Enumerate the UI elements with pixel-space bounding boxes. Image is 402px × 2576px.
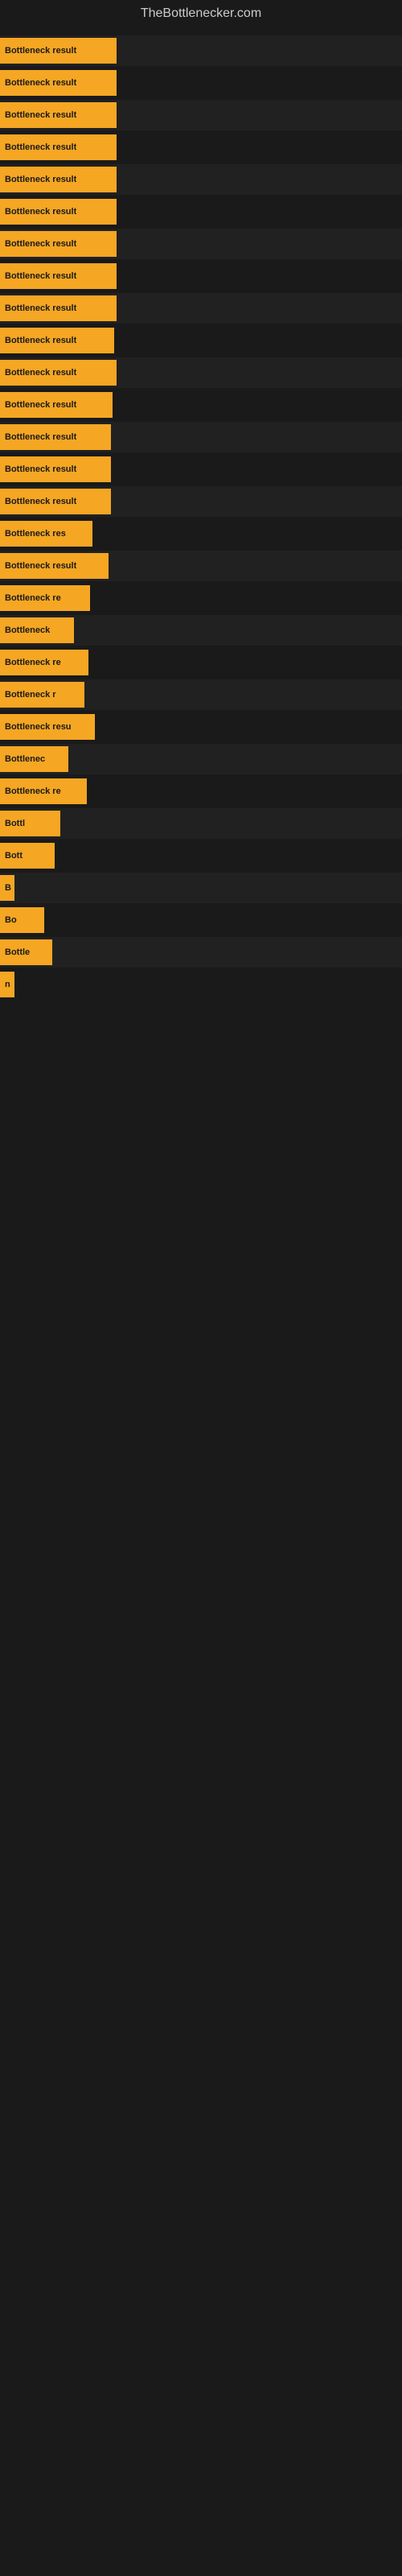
bar-label: Bottleneck result [5,561,76,571]
bottleneck-bar[interactable]: Bottleneck result [0,328,114,353]
bottleneck-bar[interactable]: Bottleneck result [0,295,117,321]
bar-label: Bottleneck r [5,690,56,700]
bottleneck-bar[interactable]: Bottleneck result [0,263,117,289]
bar-row: Bottleneck result [0,325,402,356]
bar-label: Bottleneck resu [5,722,72,732]
bar-label: Bottleneck [5,625,50,635]
bar-label: Bottleneck result [5,207,76,217]
bottleneck-bar[interactable]: Bottleneck result [0,392,113,418]
bar-row: Bottleneck re [0,583,402,613]
bar-label: Bottleneck result [5,239,76,249]
bar-row: Bottleneck result [0,100,402,130]
bar-row: Bottleneck result [0,196,402,227]
bar-row: Bottleneck result [0,229,402,259]
bar-row: Bottleneck result [0,261,402,291]
bar-row: Bottleneck [0,615,402,646]
bar-label: n [5,980,10,989]
bottleneck-bar[interactable]: Bottlenec [0,746,68,772]
bottleneck-bar[interactable]: Bottleneck result [0,199,117,225]
bottleneck-bar[interactable]: Bottleneck re [0,778,87,804]
bottleneck-bar[interactable]: Bottleneck result [0,134,117,160]
bar-label: Bottleneck result [5,400,76,410]
bar-row: Bottleneck re [0,647,402,678]
bar-label: Bottleneck result [5,303,76,313]
bars-container: Bottleneck result Bottleneck result Bottle… [0,27,402,1009]
bar-row: Bottlenec [0,744,402,774]
site-title: TheBottlenecker.com [0,0,402,27]
bar-row: n [0,969,402,1000]
bottleneck-bar[interactable]: Bottleneck [0,617,74,643]
bar-label: Bottleneck result [5,175,76,184]
bar-label: Bottlenec [5,754,45,764]
bar-label: Bottl [5,819,25,828]
bottleneck-bar[interactable]: Bottl [0,811,60,836]
bar-row: Bottleneck re [0,776,402,807]
bar-label: Bo [5,915,17,925]
bar-row: Bottleneck result [0,422,402,452]
bar-row: Bottleneck result [0,164,402,195]
bar-row: Bottleneck result [0,357,402,388]
bottleneck-bar[interactable]: Bottleneck result [0,553,109,579]
bar-label: Bottleneck re [5,658,61,667]
bottleneck-bar[interactable]: Bottleneck result [0,167,117,192]
bottleneck-bar[interactable]: Bottleneck result [0,489,111,514]
bar-label: Bottleneck result [5,271,76,281]
bar-label: Bottleneck re [5,593,61,603]
bar-row: Bo [0,905,402,935]
bar-row: Bottleneck result [0,132,402,163]
bar-label: B [5,883,11,893]
bottleneck-bar[interactable]: Bottle [0,939,52,965]
bar-label: Bott [5,851,23,861]
bar-label: Bottleneck result [5,336,76,345]
bottleneck-bar[interactable]: B [0,875,14,901]
bar-row: Bottleneck result [0,35,402,66]
bar-row: Bottleneck result [0,551,402,581]
bottleneck-bar[interactable]: Bottleneck result [0,360,117,386]
bottleneck-bar[interactable]: Bo [0,907,44,933]
bar-row: Bottleneck result [0,486,402,517]
bottleneck-bar[interactable]: Bottleneck result [0,38,117,64]
bar-label: Bottleneck re [5,786,61,796]
bottleneck-bar[interactable]: Bottleneck r [0,682,84,708]
bar-label: Bottleneck res [5,529,66,539]
bar-row: Bottleneck res [0,518,402,549]
bottleneck-bar[interactable]: Bott [0,843,55,869]
bar-row: B [0,873,402,903]
bottleneck-bar[interactable]: Bottleneck result [0,424,111,450]
bottleneck-bar[interactable]: Bottleneck re [0,650,88,675]
bottleneck-bar[interactable]: Bottleneck result [0,231,117,257]
bar-row: Bott [0,840,402,871]
bar-label: Bottleneck result [5,78,76,88]
bar-label: Bottleneck result [5,110,76,120]
bar-label: Bottleneck result [5,464,76,474]
bar-row: Bottleneck result [0,293,402,324]
bottleneck-bar[interactable]: Bottleneck result [0,102,117,128]
bar-label: Bottle [5,947,30,957]
bar-row: Bottleneck resu [0,712,402,742]
bar-row: Bottl [0,808,402,839]
bottleneck-bar[interactable]: Bottleneck res [0,521,92,547]
bar-label: Bottleneck result [5,432,76,442]
bar-label: Bottleneck result [5,497,76,506]
bar-row: Bottleneck result [0,454,402,485]
bottleneck-bar[interactable]: Bottleneck re [0,585,90,611]
bottleneck-bar[interactable]: Bottleneck result [0,456,111,482]
bottleneck-bar[interactable]: n [0,972,14,997]
bar-label: Bottleneck result [5,46,76,56]
bar-row: Bottleneck result [0,390,402,420]
bar-row: Bottleneck r [0,679,402,710]
bar-label: Bottleneck result [5,368,76,378]
bottleneck-bar[interactable]: Bottleneck resu [0,714,95,740]
bar-row: Bottle [0,937,402,968]
bottleneck-bar[interactable]: Bottleneck result [0,70,117,96]
bar-label: Bottleneck result [5,142,76,152]
bar-row: Bottleneck result [0,68,402,98]
